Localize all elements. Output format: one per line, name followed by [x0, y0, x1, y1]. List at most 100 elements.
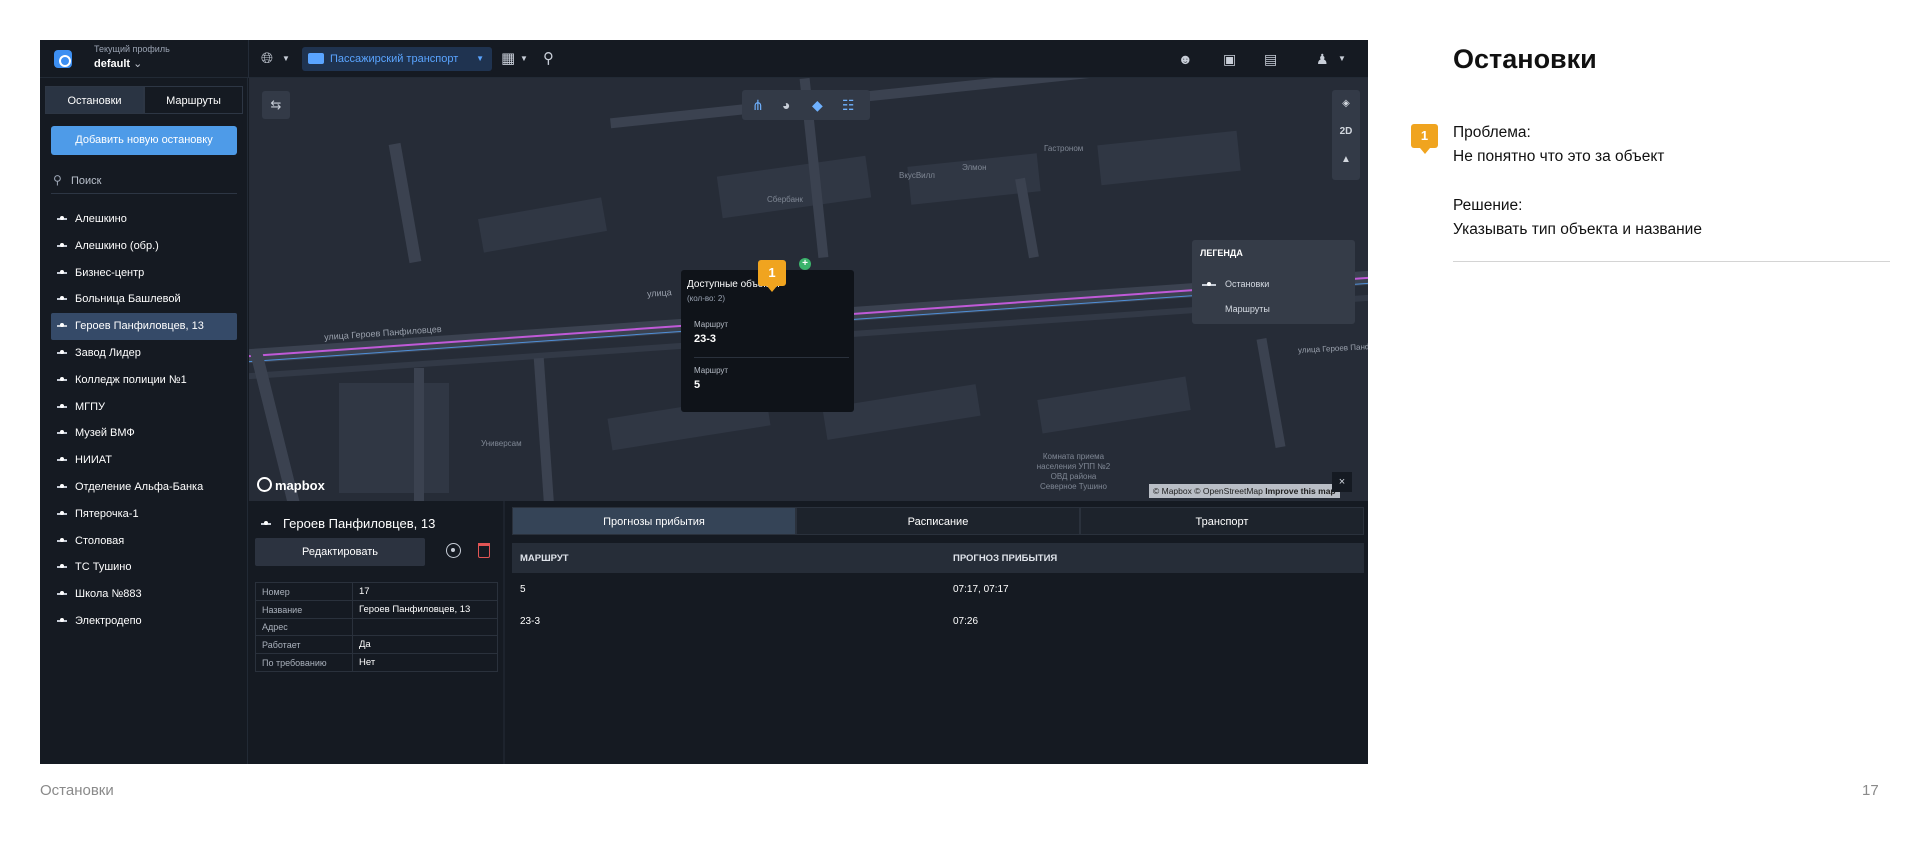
list-item[interactable]: Пятерочка-1: [51, 501, 237, 528]
view-2d-button[interactable]: 2D: [1332, 126, 1360, 137]
layout-grid-icon[interactable]: ▦: [501, 40, 515, 78]
list-item[interactable]: Столовая: [51, 528, 237, 555]
app-screenshot: Текущий профиль default 🌐︎ ▼ Пассажирски…: [40, 40, 1368, 764]
stop-icon: [57, 564, 67, 569]
route-cell: 5: [520, 583, 526, 595]
improve-map-link[interactable]: Improve this map: [1265, 486, 1335, 496]
map-road: [1256, 337, 1286, 449]
list-item[interactable]: НИИАТ: [51, 447, 237, 474]
column-header: ПРОГНОЗ ПРИБЫТИЯ: [938, 543, 1364, 573]
clipboard-icon[interactable]: ▤: [1264, 40, 1277, 78]
property-key: Номер: [255, 582, 353, 601]
slide-title: Остановки: [1453, 44, 1597, 74]
list-item[interactable]: Музей ВМФ: [51, 420, 237, 447]
table-row: По требованию Нет: [255, 653, 498, 672]
table-row[interactable]: 5 07:17, 07:17: [512, 573, 1364, 605]
trash-icon[interactable]: [478, 543, 490, 558]
details-tabs: Прогнозы прибытия Расписание Транспорт: [512, 507, 1364, 535]
profile-selector[interactable]: default: [94, 57, 142, 70]
map-tools: ⋔ ◕ ◆ ☷: [742, 90, 870, 120]
user-icon[interactable]: ♟: [1316, 40, 1329, 78]
property-key: Работает: [255, 635, 353, 654]
attribution-text: © Mapbox © OpenStreetMap: [1153, 486, 1263, 496]
layers-icon[interactable]: ◈: [1332, 98, 1360, 109]
archive-icon[interactable]: ▣: [1223, 40, 1236, 78]
route-draw-icon[interactable]: ⋔: [752, 90, 764, 120]
popup-item-value[interactable]: 5: [694, 379, 700, 391]
tab-arrival-forecast[interactable]: Прогнозы прибытия: [512, 507, 796, 535]
legend-item-routes: Маршруты: [1225, 304, 1270, 314]
transport-mode-selector[interactable]: Пассажирский транспорт ▼: [302, 47, 492, 71]
stop-name: Алешкино: [75, 213, 127, 225]
list-item[interactable]: Школа №883: [51, 581, 237, 608]
list-item[interactable]: Бизнес-центр: [51, 260, 237, 287]
globe-icon[interactable]: 🌐︎: [261, 40, 273, 78]
problem-label: Проблема:: [1453, 124, 1531, 141]
bus-stop-icon[interactable]: ☷: [842, 90, 855, 120]
stop-details-panel: Героев Панфиловцев, 13 Редактировать Ном…: [249, 501, 1368, 764]
diamond-icon[interactable]: ◆: [812, 90, 823, 120]
stop-name: Электродепо: [75, 614, 142, 627]
divider: [1453, 261, 1890, 262]
chevron-down-icon[interactable]: ▼: [520, 40, 528, 78]
stop-icon: [57, 403, 67, 408]
divider: [694, 357, 849, 358]
tab-transport[interactable]: Транспорт: [1080, 507, 1364, 535]
tab-stops[interactable]: Остановки: [45, 86, 144, 114]
map-building: [1037, 376, 1191, 434]
list-item-selected[interactable]: Героев Панфиловцев, 13: [51, 313, 237, 340]
filter-icon[interactable]: ⇆: [262, 91, 290, 119]
map-legend: ЛЕГЕНДА Остановки Маршруты: [1192, 240, 1355, 324]
list-item[interactable]: Завод Лидер: [51, 340, 237, 367]
legend-item-stops: Остановки: [1225, 279, 1270, 289]
divider: [248, 40, 249, 78]
edit-button[interactable]: Редактировать: [255, 538, 425, 566]
stop-icon: [57, 510, 67, 515]
list-item[interactable]: ТС Тушино: [51, 554, 237, 581]
chevron-down-icon[interactable]: ▼: [282, 40, 290, 78]
list-item[interactable]: Колледж полиции №1: [51, 367, 237, 394]
compass-icon[interactable]: ▲: [1332, 154, 1360, 165]
chevron-down-icon[interactable]: ▼: [1338, 40, 1346, 78]
table-row[interactable]: 23-3 07:26: [512, 605, 1364, 637]
poi-label: Гастроном: [1044, 144, 1084, 153]
list-item[interactable]: Отделение Альфа-Банка: [51, 474, 237, 501]
poi-label: Универсам: [481, 439, 522, 448]
stop-icon: [57, 216, 67, 220]
mapbox-logo: mapbox: [257, 477, 325, 493]
map-road: [414, 368, 424, 501]
users-icon[interactable]: ☻: [1178, 40, 1193, 78]
arrival-cell: 07:26: [953, 615, 979, 627]
map-building: [477, 197, 608, 253]
divider: [503, 501, 505, 764]
popup-item-value[interactable]: 23-3: [694, 333, 716, 345]
search-input[interactable]: [71, 172, 231, 190]
table-row: Название Героев Панфиловцев, 13: [255, 600, 498, 619]
stop-title: Героев Панфиловцев, 13: [261, 516, 435, 531]
map-road: [533, 357, 555, 501]
locate-icon[interactable]: [446, 543, 461, 558]
stop-name: Отделение Альфа-Банка: [75, 480, 204, 493]
table-row: Адрес: [255, 618, 498, 636]
annotation-marker: 1: [1411, 124, 1438, 154]
speedometer-icon[interactable]: ◕: [782, 90, 790, 120]
map-view[interactable]: улица Героев Панфиловцев улица улица Гер…: [249, 78, 1368, 501]
close-icon[interactable]: ×: [1332, 472, 1352, 492]
map-road: [610, 78, 1188, 129]
tab-routes[interactable]: Маршруты: [144, 86, 243, 114]
list-item[interactable]: Алешкино (обр.): [51, 233, 237, 260]
tab-schedule[interactable]: Расписание: [796, 507, 1080, 535]
list-item[interactable]: Электродепо: [51, 608, 237, 635]
add-object-icon[interactable]: +: [799, 258, 811, 270]
list-item[interactable]: МГПУ: [51, 394, 237, 421]
stop-icon: [57, 483, 67, 488]
sidebar-tabs: Остановки Маршруты: [45, 86, 243, 114]
property-key: Название: [255, 600, 353, 619]
column-header: МАРШРУТ: [512, 543, 938, 573]
car-search-icon[interactable]: ⚲: [543, 40, 554, 78]
sidebar: Остановки Маршруты Добавить новую остано…: [40, 78, 248, 764]
stop-name: Алешкино (обр.): [75, 239, 159, 252]
add-stop-button[interactable]: Добавить новую остановку: [51, 126, 237, 155]
list-item[interactable]: Алешкино: [51, 206, 237, 233]
list-item[interactable]: Больница Башлевой: [51, 286, 237, 313]
